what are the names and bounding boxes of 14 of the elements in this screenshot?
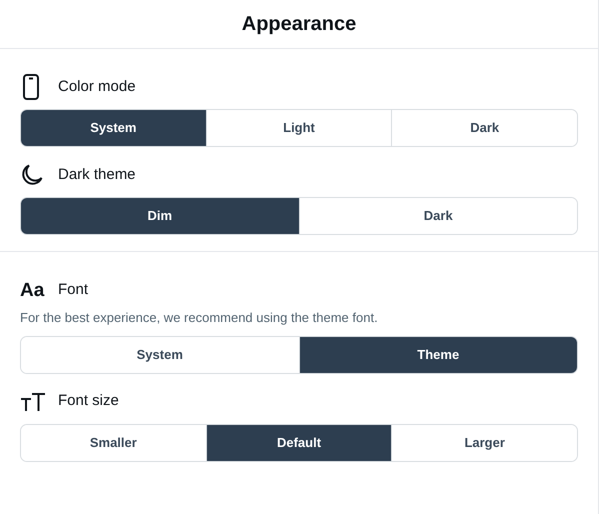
segment-option[interactable]: Theme [298, 336, 577, 372]
setting-label: Color mode [58, 76, 136, 97]
segment-option[interactable]: Dark [391, 110, 577, 146]
segment-option[interactable]: System [21, 110, 206, 146]
page-title: Appearance [242, 12, 356, 37]
setting-label: Dark theme [58, 164, 136, 185]
font-icon: Aa [20, 280, 44, 300]
segment-option[interactable]: Dim [21, 198, 298, 234]
segment-option[interactable]: Larger [391, 424, 577, 460]
setting-label: Font [58, 280, 88, 300]
segment-option[interactable]: Default [206, 424, 392, 460]
segment-option[interactable]: Dark [298, 198, 577, 234]
setting-label: Font size [58, 391, 119, 412]
setting-description: For the best experience, we recommend using the theme font. [20, 309, 379, 327]
